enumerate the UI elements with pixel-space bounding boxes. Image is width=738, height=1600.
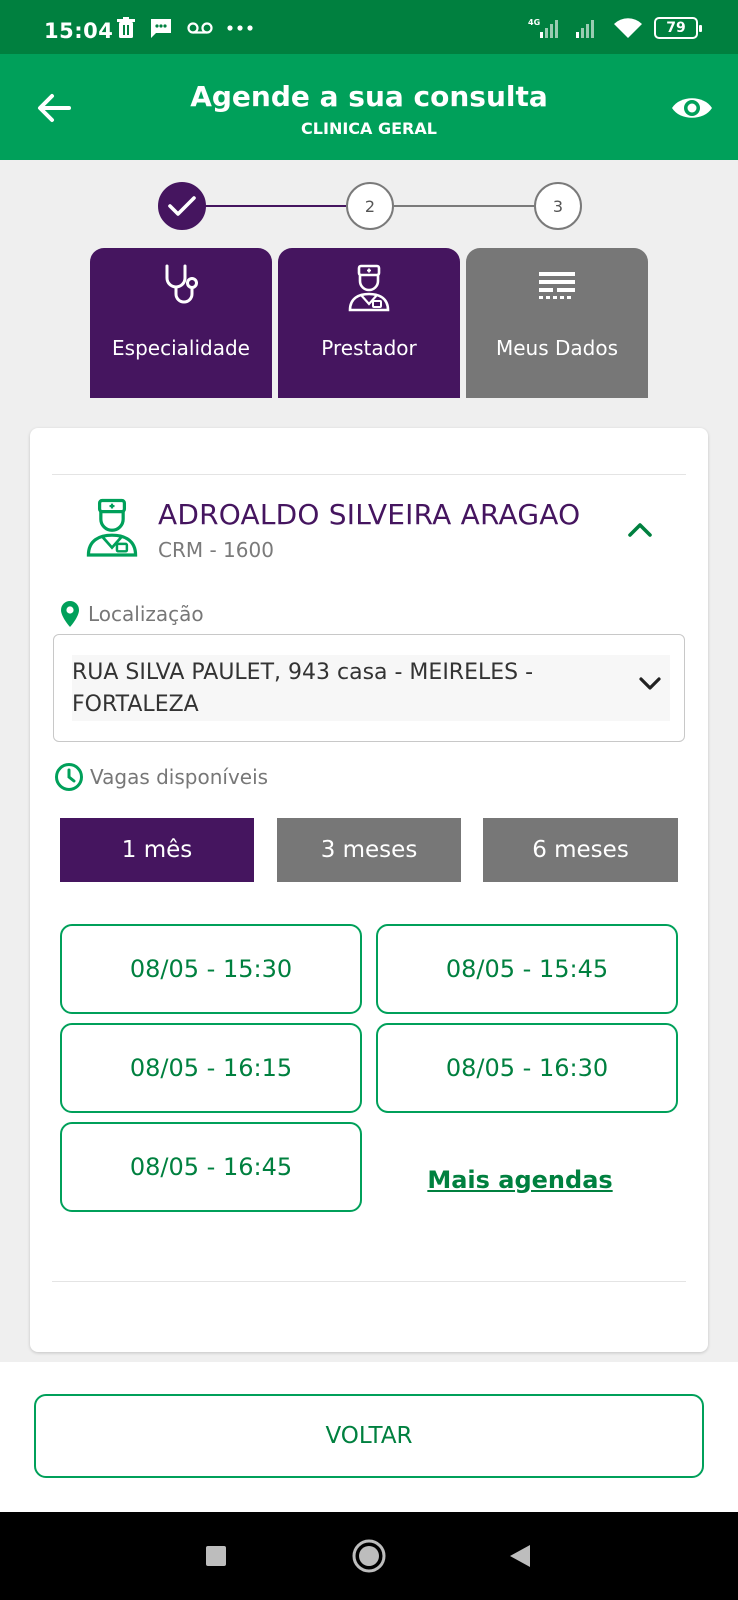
card-divider-top: [52, 474, 686, 475]
tab-especialidade[interactable]: Especialidade: [90, 248, 272, 398]
step-3: 3: [534, 182, 582, 230]
provider-avatar: [84, 498, 140, 564]
battery-icon: 79: [654, 17, 702, 39]
status-bar: 15:04 4G 79: [0, 0, 738, 54]
more-schedules-link[interactable]: Mais agendas: [390, 1166, 650, 1206]
provider-crm: CRM - 1600: [158, 538, 274, 562]
stethoscope-icon: [165, 264, 198, 304]
voicemail-icon: [187, 22, 213, 34]
page-title: Agende a sua consulta: [190, 80, 548, 113]
period-3-months[interactable]: 3 meses: [277, 818, 461, 882]
eye-icon: [672, 98, 712, 118]
location-pin-icon: [61, 601, 79, 627]
message-icon: [151, 19, 171, 38]
chevron-down-icon: [639, 677, 661, 690]
doctor-icon: [86, 498, 138, 557]
tab-meus-dados-label: Meus Dados: [495, 336, 619, 360]
status-time: 15:04: [44, 19, 114, 43]
location-select[interactable]: RUA SILVA PAULET, 943 casa - MEIRELES - …: [53, 634, 685, 742]
home-circle-icon: [352, 1539, 386, 1573]
signal-icon-2: [576, 20, 594, 38]
tab-meus-dados[interactable]: Meus Dados: [466, 248, 648, 398]
step-connector-2: [394, 205, 536, 207]
doctor-icon: [348, 264, 390, 312]
step-1: [158, 182, 206, 230]
location-value: RUA SILVA PAULET, 943 casa - MEIRELES - …: [72, 660, 534, 717]
step-connector-1: [204, 205, 346, 207]
period-6-months[interactable]: 6 meses: [483, 818, 678, 882]
tab-prestador-label: Prestador: [321, 336, 417, 360]
step-3-label: 3: [552, 196, 564, 216]
network-type: 4G: [528, 18, 540, 27]
time-slot[interactable]: 08/05 - 16:15: [60, 1023, 362, 1113]
square-icon: [206, 1546, 226, 1566]
app-bar: Agende a sua consulta CLINICA GERAL: [0, 54, 738, 160]
bottom-action-area: VOLTAR: [0, 1362, 738, 1512]
location-label-text: Localização: [88, 602, 204, 626]
back-nav-button[interactable]: [496, 1532, 544, 1580]
card-divider-bottom: [52, 1281, 686, 1282]
voltar-button[interactable]: VOLTAR: [34, 1394, 704, 1478]
notification-icons: [117, 17, 253, 39]
signal-icon: 4G: [528, 18, 558, 38]
location-label: Localização: [60, 600, 204, 628]
battery-level: 79: [666, 20, 686, 36]
home-button[interactable]: [345, 1532, 393, 1580]
time-slot[interactable]: 08/05 - 15:30: [60, 924, 362, 1014]
step-2-label: 2: [364, 196, 376, 216]
page-subtitle: CLINICA GERAL: [301, 119, 437, 138]
provider-card: ADROALDO SILVEIRA ARAGAO CRM - 1600 Loca…: [30, 428, 708, 1352]
system-icons: 4G 79: [528, 16, 702, 40]
check-icon: [168, 196, 196, 216]
wifi-icon: [614, 18, 642, 38]
recents-button[interactable]: [192, 1532, 240, 1580]
more-dots-icon: [227, 25, 253, 31]
step-2: 2: [346, 182, 394, 230]
tab-prestador[interactable]: Prestador: [278, 248, 460, 398]
data-form-icon: [539, 272, 575, 299]
chevron-up-icon: [628, 523, 652, 537]
triangle-back-icon: [510, 1545, 530, 1567]
availability-label: Vagas disponíveis: [54, 762, 268, 792]
availability-label-text: Vagas disponíveis: [90, 765, 269, 789]
visibility-button[interactable]: [666, 82, 718, 134]
clock-icon: [55, 763, 83, 791]
time-slot[interactable]: 08/05 - 16:30: [376, 1023, 678, 1113]
period-1-month[interactable]: 1 mês: [60, 818, 254, 882]
tab-especialidade-label: Especialidade: [112, 336, 250, 360]
system-nav-bar: [0, 1512, 738, 1600]
time-slot[interactable]: 08/05 - 15:45: [376, 924, 678, 1014]
trash-icon: [117, 17, 135, 38]
time-slot[interactable]: 08/05 - 16:45: [60, 1122, 362, 1212]
provider-name: ADROALDO SILVEIRA ARAGAO: [158, 498, 581, 531]
collapse-button[interactable]: [620, 510, 660, 550]
progress-stepper: 2 3: [0, 160, 738, 240]
